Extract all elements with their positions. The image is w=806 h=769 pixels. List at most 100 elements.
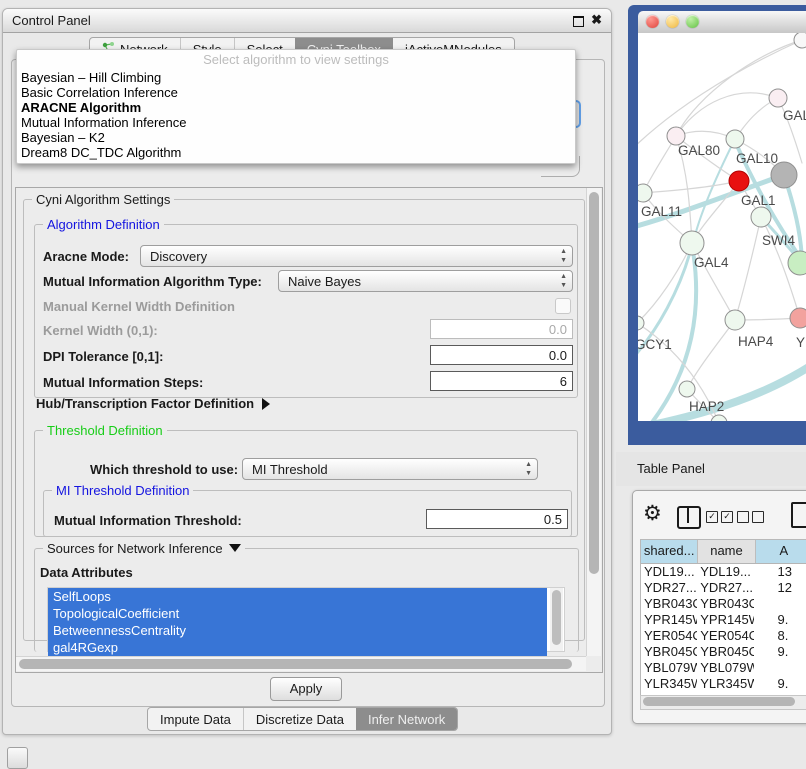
network-canvas[interactable]: GALGAL80GAL10GAL1GAL11SWI4GAL4GCY1HAP4YH… [638,33,806,421]
mi-algorithm-type-combo[interactable]: Naive Bayes ▲▼ [278,270,573,292]
network-node[interactable] [679,381,695,397]
algorithm-option[interactable]: Bayesian – Hill Climbing [17,70,575,85]
network-node[interactable] [711,415,727,421]
tab-infer-network[interactable]: Infer Network [356,708,457,730]
table-cell[interactable]: YBR043C [641,596,697,612]
kernel-width-field[interactable]: 0.0 [430,319,573,339]
deselect-all-icon[interactable] [737,511,764,523]
table-cell[interactable]: YDL19... [697,564,753,580]
data-attributes-list[interactable]: SelfLoops TopologicalCoefficient Between… [47,587,565,652]
vertical-scrollbar[interactable] [586,188,601,656]
table-cell[interactable]: YDL19... [641,564,697,580]
table-cell[interactable]: YBR045C [641,644,697,660]
table-cell[interactable]: 13 [754,564,806,580]
table-cell[interactable]: YER054C [697,628,753,644]
corner-widget-icon[interactable] [7,747,28,769]
table-cell[interactable]: YDR27... [697,580,753,596]
network-node[interactable] [729,171,749,191]
dpi-tolerance-field[interactable]: 0.0 [430,345,573,365]
table-row[interactable]: YDR27...YDR27...12 [641,580,806,596]
split-pane-icon[interactable] [677,506,701,529]
network-node[interactable] [751,207,771,227]
table-cell[interactable]: 8. [754,628,806,644]
algorithm-option[interactable]: Dream8 DC_TDC Algorithm [17,145,575,160]
table-cell[interactable]: YDR27... [641,580,697,596]
table-cell[interactable]: YLR345W [697,676,753,692]
list-scrollbar[interactable] [550,588,563,651]
network-edge[interactable] [643,181,739,193]
scrollbar-thumb[interactable] [643,697,795,706]
apply-button[interactable]: Apply [270,677,342,701]
horizontal-scrollbar[interactable] [16,656,586,671]
algorithm-option[interactable]: Mutual Information Inference [17,115,575,130]
table-cell[interactable]: 12 [754,580,806,596]
table-row[interactable]: YBR043CYBR043C [641,596,806,612]
network-edge[interactable] [735,217,761,320]
table-cell[interactable]: 9. [754,612,806,628]
float-window-icon[interactable] [573,16,584,27]
tab-discretize-data[interactable]: Discretize Data [243,708,356,730]
mi-steps-field[interactable]: 6 [430,371,573,391]
network-edge[interactable] [643,136,676,193]
close-traffic-light-icon[interactable] [646,15,659,28]
control-panel-titlebar[interactable]: Control Panel ✖ [3,9,611,33]
table-row[interactable]: YLR345WYLR345W9. [641,676,806,692]
algorithm-option[interactable]: Basic Correlation Inference [17,85,575,100]
table-cell[interactable] [754,660,806,676]
close-icon[interactable]: ✖ [591,12,602,28]
table-cell[interactable]: 9. [754,644,806,660]
algorithm-option[interactable]: Bayesian – K2 [17,130,575,145]
table-cell[interactable]: YPR145W [697,612,753,628]
algorithm-option-selected[interactable]: ARACNE Algorithm [17,100,575,115]
column-header[interactable]: A [756,540,806,563]
mi-threshold-field[interactable]: 0.5 [426,509,568,529]
network-edge[interactable] [676,93,778,136]
column-header[interactable]: shared... [641,540,698,563]
hub-factor-definition-toggle[interactable]: Hub/Transcription Factor Definition [36,396,270,411]
zoom-traffic-light-icon[interactable] [686,15,699,28]
network-node[interactable] [769,89,787,107]
minimize-traffic-light-icon[interactable] [666,15,679,28]
network-node[interactable] [680,231,704,255]
table-cell[interactable]: YBL079W [641,660,697,676]
column-header[interactable]: name [698,540,755,563]
network-node[interactable] [790,308,806,328]
which-threshold-combo[interactable]: MI Threshold ▲▼ [242,458,538,480]
table-row[interactable]: YBR045CYBR045C9. [641,644,806,660]
table-horizontal-scrollbar[interactable] [640,695,806,710]
table-cell[interactable]: YER054C [641,628,697,644]
list-item[interactable]: SelfLoops [48,588,547,605]
table-row[interactable]: YER054CYER054C8. [641,628,806,644]
network-node[interactable] [725,310,745,330]
table-cell[interactable] [754,596,806,612]
table-cell[interactable]: YPR145W [641,612,697,628]
aracne-mode-combo[interactable]: Discovery ▲▼ [140,245,573,267]
manual-kernel-width-checkbox[interactable] [555,298,571,314]
sources-title-toggle[interactable]: Sources for Network Inference [43,541,245,556]
network-window-titlebar[interactable] [638,11,806,34]
network-node[interactable] [726,130,744,148]
network-node[interactable] [788,251,806,275]
network-node[interactable] [794,33,806,48]
list-item[interactable]: BetweennessCentrality [48,622,547,639]
node-table[interactable]: shared...nameA YDL19...YDL19...13YDR27..… [640,539,806,695]
table-cell[interactable]: 9. [754,676,806,692]
table-cell[interactable]: YBL079W [697,660,753,676]
scrollbar-thumb[interactable] [19,659,572,669]
network-edge[interactable] [652,361,806,421]
network-node[interactable] [638,184,652,202]
table-row[interactable]: YPR145WYPR145W9. [641,612,806,628]
list-item[interactable]: gal4RGexp [48,639,547,656]
list-item[interactable]: TopologicalCoefficient [48,605,547,622]
table-cell[interactable]: YBR045C [697,644,753,660]
tab-impute-data[interactable]: Impute Data [148,708,243,730]
table-row[interactable]: YDL19...YDL19...13 [641,564,806,580]
select-all-icon[interactable]: ✓✓ [706,511,733,523]
scrollbar-thumb[interactable] [552,590,561,645]
table-cell[interactable]: YLR345W [641,676,697,692]
table-row[interactable]: YBL079WYBL079W [641,660,806,676]
table-cell[interactable]: YBR043C [697,596,753,612]
document-icon[interactable] [791,502,806,528]
network-node[interactable] [638,316,644,330]
gear-icon[interactable]: ⚙ [643,501,662,526]
